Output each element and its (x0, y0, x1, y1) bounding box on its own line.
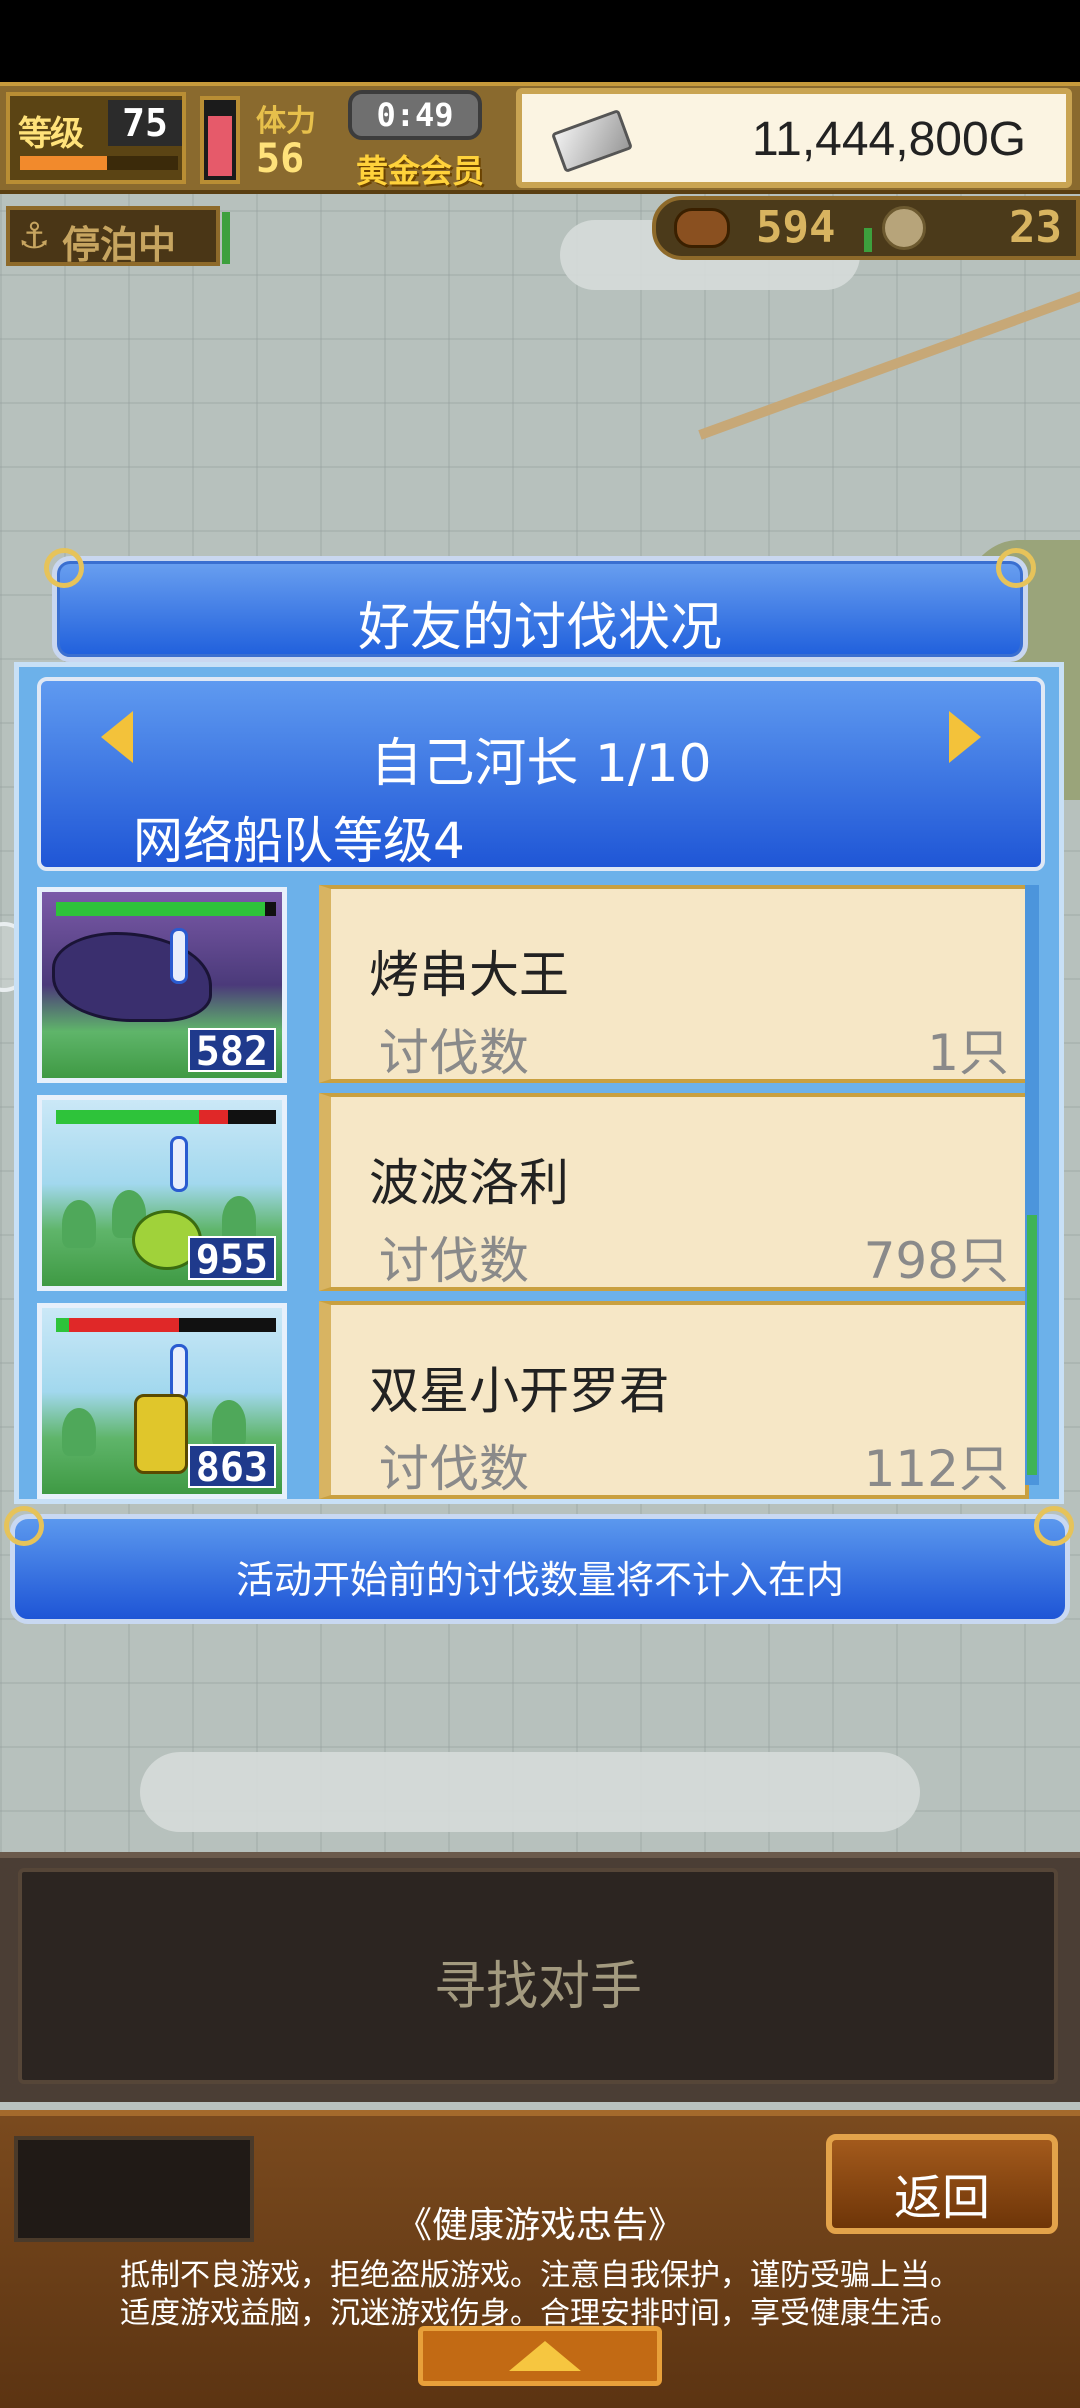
monster-sprite (52, 932, 212, 1022)
level-value: 75 (108, 100, 182, 146)
hp-bar-fill (56, 902, 265, 916)
dialog-title-bar: 好友的讨伐状况 (52, 556, 1028, 662)
friend-list[interactable]: 582 烤串大王 讨伐数 1只 955 波波洛利 讨伐数 798只 863 双星… (29, 885, 1045, 1499)
hp-bar (56, 902, 276, 916)
friend-card: 烤串大王 讨伐数 1只 (319, 885, 1029, 1083)
friend-card: 双星小开罗君 讨伐数 112只 (319, 1301, 1029, 1499)
hp-bar (56, 1318, 276, 1332)
kill-count-label: 讨伐数 (379, 1232, 529, 1290)
friend-name: 烤串大王 (369, 946, 569, 1004)
anchor-icon: ⚓ (18, 216, 51, 257)
find-opponent-button[interactable]: 寻找对手 (18, 1868, 1058, 2084)
friend-hunt-panel: 自己河长 1/10 网络船队等级4 582 烤串大王 讨伐数 1只 955 波波… (14, 662, 1064, 1504)
anchor-status-text: 停泊中 (62, 223, 177, 267)
tree-icon (62, 1408, 96, 1456)
friend-level: 582 (187, 1028, 276, 1074)
expand-menu-button[interactable] (418, 2326, 662, 2386)
hp-bar-damage (199, 1110, 228, 1124)
corner-ornament (4, 1506, 44, 1546)
stamina-gauge (200, 96, 240, 184)
resource-1-value: 594 (756, 202, 836, 253)
silver-bar-icon (550, 108, 634, 174)
kill-count-value: 798只 (863, 1232, 1009, 1290)
money-panel[interactable]: 11,444,800G (516, 88, 1072, 188)
corner-ornament (1034, 1506, 1074, 1546)
arrow-right-icon[interactable] (949, 711, 981, 763)
money-value: 11,444,800G (751, 113, 1026, 166)
kill-count-value: 1只 (927, 1024, 1009, 1082)
list-item[interactable]: 863 双星小开罗君 讨伐数 112只 (29, 1301, 1029, 1501)
cloud (140, 1752, 920, 1832)
resource-bar[interactable]: 594 23 (652, 196, 1080, 260)
friend-level: 863 (187, 1444, 276, 1490)
level-label: 等级 (18, 114, 84, 154)
friend-avatar: 955 (37, 1095, 287, 1291)
membership-badge[interactable]: 黄金会员 (356, 146, 484, 192)
kill-count-value: 112只 (863, 1440, 1009, 1498)
friend-level: 955 (187, 1236, 276, 1282)
status-indicator (222, 212, 230, 264)
status-bar (0, 0, 1080, 82)
sword-icon (170, 928, 188, 984)
scrollbar-thumb[interactable] (1027, 1215, 1037, 1475)
hp-bar (56, 1110, 276, 1124)
health-advice-title: 《健康游戏忠告》 (395, 2205, 684, 2246)
kill-count-label: 讨伐数 (379, 1024, 529, 1082)
tree-icon (62, 1200, 96, 1248)
friend-avatar: 863 (37, 1303, 287, 1499)
page-indicator: 自己河长 1/10 (370, 734, 712, 794)
anchor-status-badge[interactable]: ⚓ 停泊中 (6, 206, 230, 267)
level-progress-bar (20, 156, 178, 170)
notice-bar: 活动开始前的讨伐数量将不计入在内 (10, 1514, 1070, 1624)
coin-icon (882, 206, 926, 250)
stamina-timer: 0:49 (348, 90, 482, 140)
stamina-value: 56 (256, 136, 305, 182)
friend-avatar: 582 (37, 887, 287, 1083)
hp-bar-fill (56, 1318, 70, 1332)
stamina-gauge-fill (208, 116, 232, 176)
monster-sprite (134, 1394, 188, 1474)
sword-icon (170, 1344, 188, 1400)
triangle-up-icon (509, 2341, 581, 2371)
list-item[interactable]: 955 波波洛利 讨伐数 798只 (29, 1093, 1029, 1293)
corner-ornament (996, 548, 1036, 588)
hp-bar-damage (69, 1318, 180, 1332)
fleet-level: 网络船队等级4 (133, 812, 465, 870)
hp-bar-fill (56, 1110, 199, 1124)
kill-count-label: 讨伐数 (379, 1440, 529, 1498)
list-item[interactable]: 582 烤串大王 讨伐数 1只 (29, 885, 1029, 1085)
friend-name: 波波洛利 (369, 1154, 569, 1212)
friend-name: 双星小开罗君 (369, 1362, 669, 1420)
level-panel[interactable]: 等级 75 (6, 92, 186, 184)
find-opponent-label: 寻找对手 (433, 1957, 642, 2017)
dialog-title: 好友的讨伐状况 (357, 598, 722, 658)
tree-icon (212, 1400, 246, 1448)
friend-card: 波波洛利 讨伐数 798只 (319, 1093, 1029, 1291)
corner-ornament (44, 548, 84, 588)
dialog-header: 自己河长 1/10 网络船队等级4 (37, 677, 1045, 871)
resource-2-value: 23 (1009, 202, 1062, 253)
level-progress-fill (20, 156, 107, 170)
treasure-chest-icon (674, 208, 730, 248)
resource-indicator (864, 228, 872, 252)
sword-icon (170, 1136, 188, 1192)
notice-text: 活动开始前的讨伐数量将不计入在内 (235, 1558, 844, 1602)
scrollbar[interactable] (1025, 885, 1039, 1485)
stamina-label: 体力 (256, 104, 316, 139)
